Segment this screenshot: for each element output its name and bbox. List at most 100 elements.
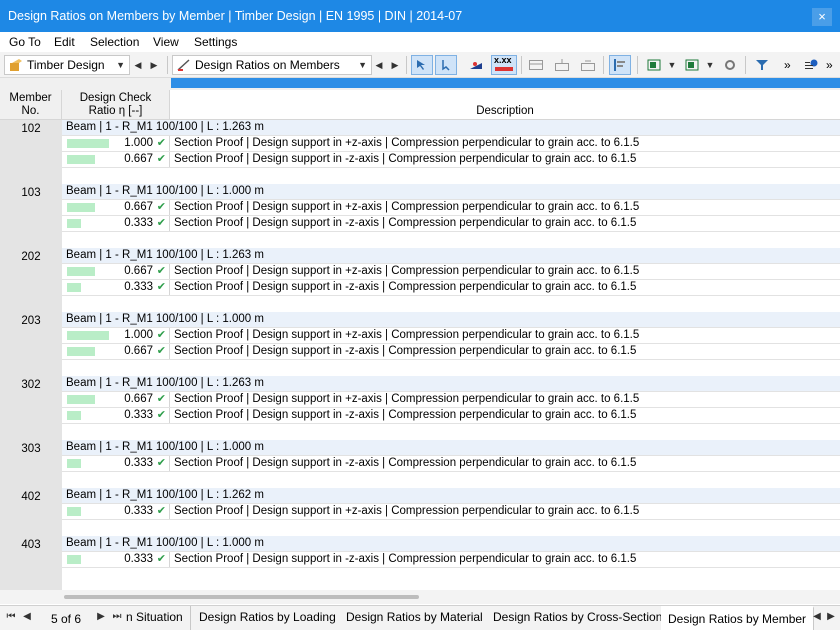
group-spacer — [62, 360, 840, 376]
prev-view-button[interactable]: ◀ — [372, 55, 386, 75]
next-module-button[interactable]: ▶ — [147, 55, 161, 75]
tab-ratios-by-loading[interactable]: Design Ratios by Loading — [192, 606, 344, 630]
beam-header-row[interactable]: Beam | 1 - R_M1 100/100 | L : 1.263 m — [62, 120, 840, 136]
table-row[interactable]: 0.333 ✔ Section Proof | Design support in … — [62, 216, 840, 232]
table-row[interactable]: 0.333 ✔ Section Proof | Design support in … — [62, 408, 840, 424]
column-settings-button[interactable] — [609, 55, 631, 75]
table-row[interactable]: 0.333 ✔ Section Proof | Design support in … — [62, 504, 840, 520]
import-table-button[interactable] — [577, 55, 599, 75]
close-button[interactable]: × — [812, 8, 832, 26]
member-number-cell[interactable]: 103 — [0, 184, 62, 248]
ratio-bar — [67, 267, 95, 276]
view-dropdown-label: Design Ratios on Members — [195, 58, 340, 72]
table-row[interactable]: 0.667 ✔ Section Proof | Design support in … — [62, 392, 840, 408]
show-values-button[interactable]: x.xx — [491, 55, 517, 75]
view-dropdown[interactable]: Design Ratios on Members ▼ — [172, 55, 372, 75]
next-view-button[interactable]: ▶ — [388, 55, 402, 75]
tab-design-situation[interactable]: n Situation — [124, 606, 191, 630]
info-button[interactable] — [800, 55, 822, 75]
menu-view[interactable]: View — [153, 35, 179, 49]
color-scale-button[interactable] — [465, 55, 487, 75]
beam-header-row[interactable]: Beam | 1 - R_M1 100/100 | L : 1.000 m — [62, 312, 840, 328]
first-page-icon[interactable]: ⏮ — [4, 611, 18, 622]
ratio-value: 0.333 — [124, 217, 153, 229]
member-number-cell[interactable]: 202 — [0, 248, 62, 312]
design-ratio-icon — [177, 59, 190, 71]
beam-header-row[interactable]: Beam | 1 - R_M1 100/100 | L : 1.000 m — [62, 184, 840, 200]
table-row[interactable]: 0.333 ✔ Section Proof | Design support in … — [62, 456, 840, 472]
table-options-button[interactable] — [719, 55, 741, 75]
table-row[interactable]: 0.667 ✔ Section Proof | Design support in … — [62, 264, 840, 280]
scrollbar-thumb[interactable] — [64, 595, 419, 599]
column-header-member-line2: No. — [21, 105, 40, 117]
ratio-cell: 0.667 ✔ — [62, 200, 170, 215]
excel-options-button[interactable] — [681, 55, 703, 75]
group-spacer — [62, 296, 840, 312]
pick-in-model-button[interactable] — [435, 55, 457, 75]
filter-button[interactable] — [751, 55, 773, 75]
toolbar-overflow-button[interactable]: » — [826, 55, 833, 75]
prev-module-button[interactable]: ◀ — [131, 55, 145, 75]
tab-ratios-by-cross-section[interactable]: Design Ratios by Cross-Section — [486, 606, 671, 630]
beam-header-row[interactable]: Beam | 1 - R_M1 100/100 | L : 1.000 m — [62, 440, 840, 456]
menu-selection[interactable]: Selection — [90, 35, 139, 49]
horizontal-scrollbar[interactable] — [0, 590, 840, 604]
menu-goto[interactable]: Go To — [9, 35, 41, 49]
tab-ratios-by-material[interactable]: Design Ratios by Material — [339, 606, 491, 630]
select-in-model-button[interactable] — [411, 55, 433, 75]
page-indicator: 5 of 6 — [50, 612, 82, 626]
beam-header-row[interactable]: Beam | 1 - R_M1 100/100 | L : 1.263 m — [62, 376, 840, 392]
menu-edit[interactable]: Edit — [54, 35, 75, 49]
description-text: Section Proof | Design support in -z-axi… — [174, 281, 637, 293]
excel-export-button[interactable] — [643, 55, 665, 75]
menu-settings[interactable]: Settings — [194, 35, 237, 49]
table-row[interactable]: 0.333 ✔ Section Proof | Design support in … — [62, 280, 840, 296]
ratio-cell: 0.333 ✔ — [62, 456, 170, 471]
toolbar-separator — [745, 56, 746, 74]
last-page-icon[interactable]: ⏭ — [110, 611, 124, 622]
table-row[interactable]: 1.000 ✔ Section Proof | Design support in … — [62, 136, 840, 152]
window-title: Design Ratios on Members by Member | Tim… — [8, 9, 463, 23]
column-header-description[interactable]: Description — [170, 90, 840, 120]
timber-design-icon — [10, 59, 22, 71]
export-table-button[interactable] — [551, 55, 573, 75]
column-header-ratio[interactable]: Design Check Ratio η [--] — [62, 90, 170, 120]
check-icon: ✔ — [156, 553, 166, 565]
next-page-icon[interactable]: ▶ — [94, 611, 108, 622]
chevron-down-icon[interactable]: ▼ — [665, 55, 679, 75]
table-row[interactable]: 0.667 ✔ Section Proof | Design support in … — [62, 152, 840, 168]
member-number-cell[interactable]: 203 — [0, 312, 62, 376]
member-number-cell[interactable]: 302 — [0, 376, 62, 440]
ratio-value: 1.000 — [124, 329, 153, 341]
ratio-bar — [67, 219, 81, 228]
toolbar-overflow-button[interactable]: » — [784, 55, 791, 75]
beam-header-row[interactable]: Beam | 1 - R_M1 100/100 | L : 1.000 m — [62, 536, 840, 552]
ratio-cell: 1.000 ✔ — [62, 136, 170, 151]
member-number-cell[interactable]: 402 — [0, 488, 62, 536]
table-row[interactable]: 0.667 ✔ Section Proof | Design support in … — [62, 200, 840, 216]
prev-page-icon[interactable]: ◀ — [20, 611, 34, 622]
scroll-tabs-left-icon[interactable]: ◀ — [810, 611, 824, 622]
member-number-cell[interactable]: 102 — [0, 120, 62, 184]
tab-ratios-by-member[interactable]: Design Ratios by Member — [661, 606, 815, 630]
check-icon: ✔ — [156, 409, 166, 421]
table-button[interactable] — [525, 55, 547, 75]
beam-header-row[interactable]: Beam | 1 - R_M1 100/100 | L : 1.262 m — [62, 488, 840, 504]
ratio-value: 0.667 — [124, 393, 153, 405]
chevron-down-icon: ▼ — [358, 60, 367, 70]
module-dropdown[interactable]: Timber Design ▼ — [4, 55, 130, 75]
table-row[interactable]: 0.667 ✔ Section Proof | Design support in … — [62, 344, 840, 360]
table-row[interactable]: 0.333 ✔ Section Proof | Design support in … — [62, 552, 840, 568]
ratio-bar — [67, 203, 95, 212]
member-number-cell[interactable]: 303 — [0, 440, 62, 488]
description-text: Section Proof | Design support in +z-axi… — [174, 137, 640, 149]
import-icon — [581, 60, 595, 71]
scroll-tabs-right-icon[interactable]: ▶ — [824, 611, 838, 622]
check-icon: ✔ — [156, 393, 166, 405]
ratio-bar — [67, 331, 109, 340]
table-row[interactable]: 1.000 ✔ Section Proof | Design support in … — [62, 328, 840, 344]
ratio-value: 0.333 — [124, 553, 153, 565]
beam-header-row[interactable]: Beam | 1 - R_M1 100/100 | L : 1.263 m — [62, 248, 840, 264]
chevron-down-icon[interactable]: ▼ — [703, 55, 717, 75]
column-header-member[interactable]: Member No. — [0, 90, 62, 120]
